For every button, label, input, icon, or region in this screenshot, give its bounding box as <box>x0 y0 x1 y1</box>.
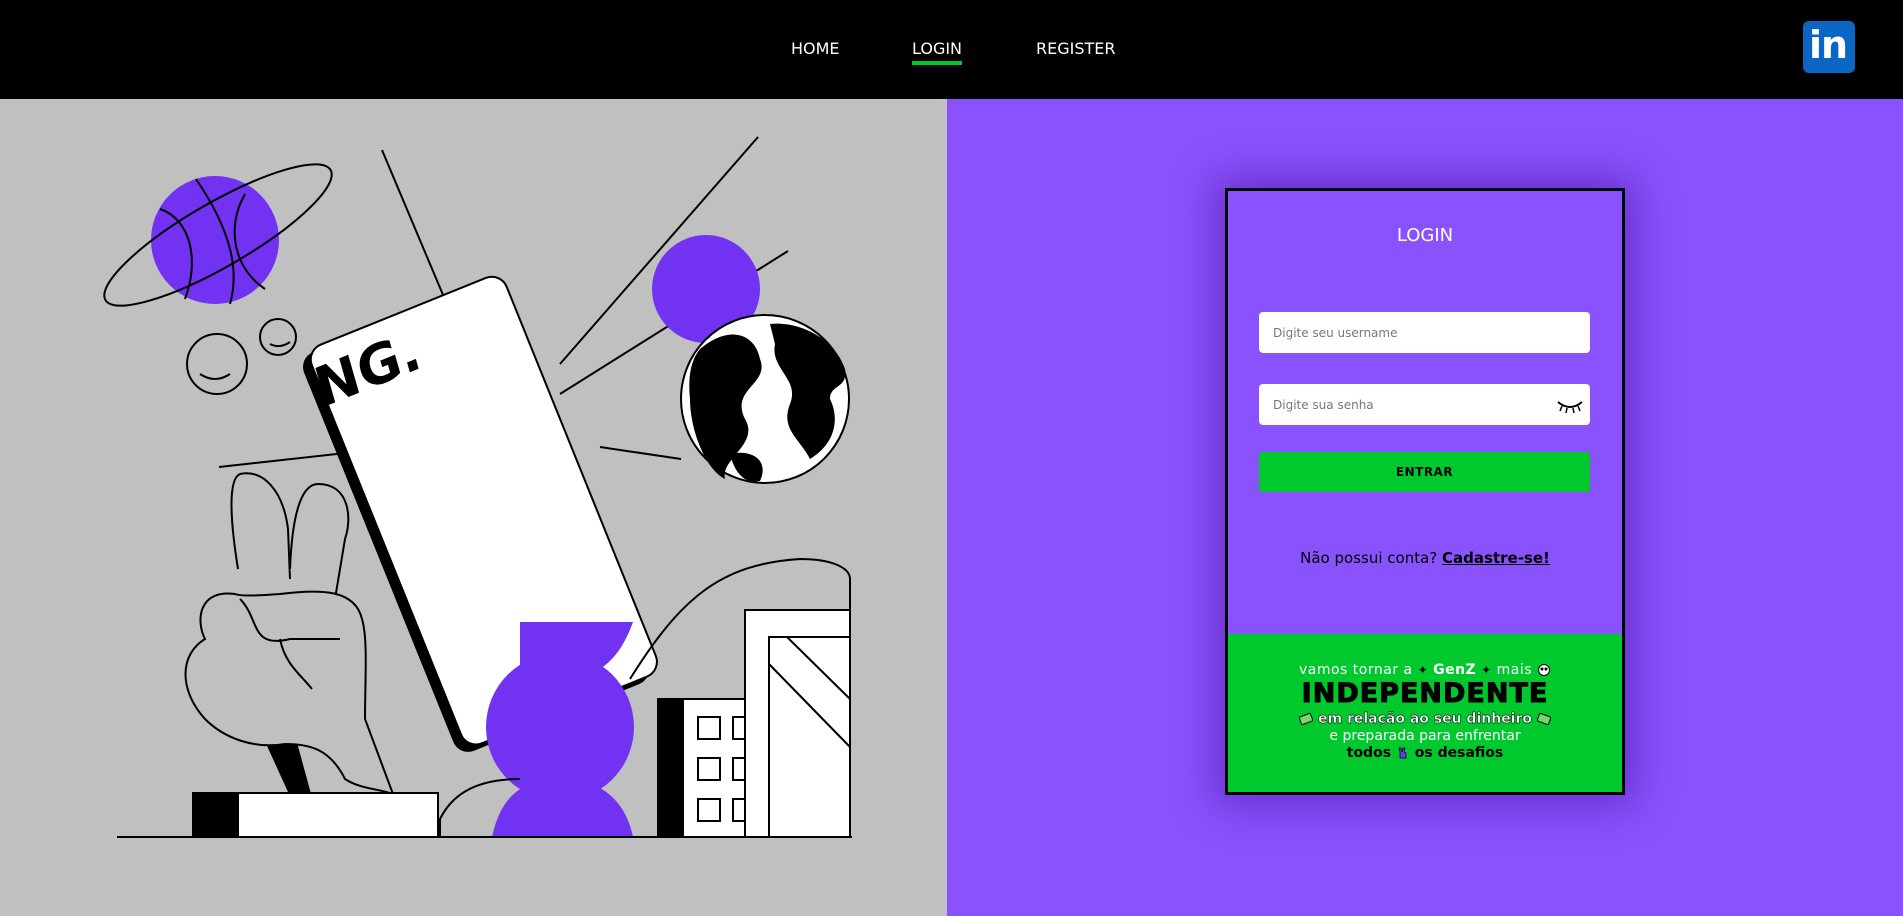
login-title: LOGIN <box>1396 225 1454 246</box>
nav-register[interactable]: REGISTER <box>1036 38 1116 60</box>
signup-text: Não possui conta? <box>1300 549 1438 567</box>
top-nav: HOME LOGIN REGISTER in <box>0 0 1903 99</box>
login-panel: LOGIN ENTRAR Não possui conta? Cadastre-… <box>947 99 1903 916</box>
peace-hand-icon <box>1398 747 1407 759</box>
banner-line-1: vamos tornar a ✦ GenZ ✦ mais <box>1228 662 1622 678</box>
money-icon <box>1536 713 1551 725</box>
login-card: LOGIN ENTRAR Não possui conta? Cadastre-… <box>1225 188 1625 795</box>
username-input[interactable] <box>1259 312 1590 353</box>
banner-line-5: todos os desafios <box>1228 745 1622 761</box>
genz-banner: vamos tornar a ✦ GenZ ✦ mais INDEPENDENT… <box>1228 634 1622 792</box>
linkedin-icon-label: in <box>1809 23 1848 67</box>
sparkle-icon: ✦ <box>1481 663 1492 677</box>
nav-home[interactable]: HOME <box>791 38 840 60</box>
banner-genz: GenZ <box>1433 662 1477 678</box>
illustration-panel: NG. <box>0 99 947 916</box>
banner-line-5a: todos <box>1346 745 1392 761</box>
panda-icon <box>1538 664 1551 676</box>
peace-hand-shape <box>184 472 395 796</box>
username-field-wrapper <box>1259 312 1590 353</box>
eye-closed-icon[interactable] <box>1556 395 1584 415</box>
money-icon <box>1299 713 1314 725</box>
sparkle-icon: ✦ <box>1417 663 1429 677</box>
banner-line-5b: os desafios <box>1414 745 1504 761</box>
password-input[interactable] <box>1259 384 1590 425</box>
banner-line-4: e preparada para enfrentar <box>1329 728 1521 744</box>
enter-button[interactable]: ENTRAR <box>1259 452 1590 492</box>
banner-line-3-text: em relação ao seu dinheiro <box>1317 711 1533 727</box>
illustration: NG. <box>103 136 852 838</box>
banner-headline: INDEPENDENTE <box>1301 678 1549 710</box>
banner-line-3: em relação ao seu dinheiro <box>1228 711 1622 727</box>
linkedin-icon[interactable]: in <box>1803 21 1855 73</box>
password-field-wrapper <box>1259 384 1590 425</box>
banner-line-1a: vamos tornar a <box>1298 662 1413 678</box>
signup-link[interactable]: Cadastre-se! <box>1442 549 1550 567</box>
nav-login[interactable]: LOGIN <box>912 38 963 65</box>
banner-line-1c: mais <box>1496 662 1533 678</box>
nav-links: HOME LOGIN REGISTER <box>0 38 1903 65</box>
planet-shape <box>103 163 333 307</box>
globe-shape <box>680 314 850 484</box>
signup-prompt: Não possui conta? Cadastre-se! <box>1228 549 1622 567</box>
